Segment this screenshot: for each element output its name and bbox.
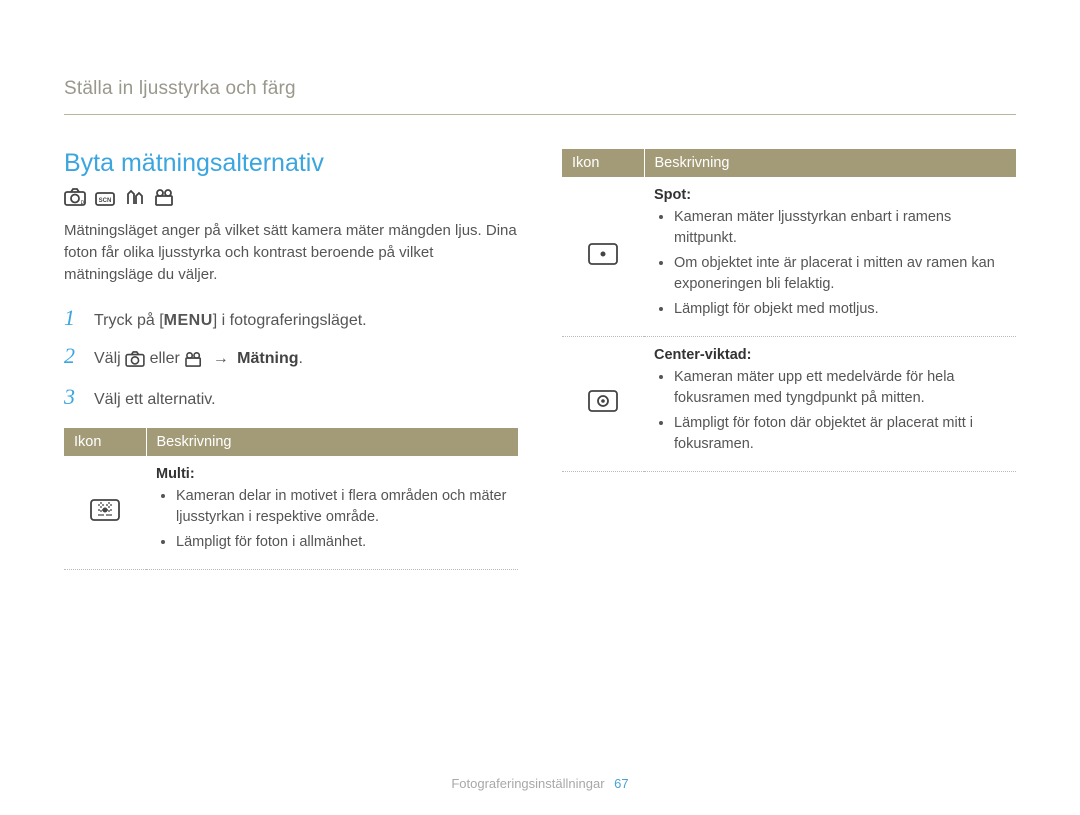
step-2-suffix: . (299, 350, 303, 367)
manual-page: Ställa in ljusstyrka och färg Byta mätni… (0, 0, 1080, 815)
metering-table-left: Ikon Beskrivning (64, 428, 518, 570)
step-1: Tryck på [MENU] i fotograferingsläget. (64, 305, 518, 331)
left-column: Byta mätningsalternativ P SCN (64, 149, 518, 570)
list-item: Lämpligt för objekt med motljus. (674, 299, 1006, 320)
th-desc-r: Beskrivning (644, 149, 1016, 177)
svg-text:P: P (81, 201, 85, 206)
step-2-mid: eller (150, 350, 185, 367)
footer-page-number: 67 (614, 776, 628, 791)
mode-icons-row: P SCN (64, 188, 518, 206)
svg-text:SCN: SCN (99, 198, 112, 204)
camera-small-icon (125, 351, 145, 372)
metering-table-right: Ikon Beskrivning (562, 149, 1016, 472)
list-item: Om objektet inte är placerat i mitten av… (674, 253, 1006, 295)
camera-p-icon: P (64, 188, 86, 206)
step-1-suffix: ] i fotograferingsläget. (213, 312, 367, 329)
intro-text: Mätningsläget anger på vilket sätt kamer… (64, 220, 518, 285)
footer-section: Fotograferingsinställningar (451, 776, 604, 791)
scn-icon: SCN (94, 188, 116, 206)
steps-list: Tryck på [MENU] i fotograferingsläget. V… (64, 305, 518, 410)
multi-title: Multi: (156, 466, 508, 482)
step-2-prefix: Välj (94, 350, 125, 367)
video-mode-icon (154, 188, 176, 206)
list-item: Lämpligt för foton i allmänhet. (176, 532, 508, 553)
list-item: Lämpligt för foton där objektet är place… (674, 413, 1006, 455)
metering-multi-icon (90, 509, 120, 525)
list-item: Kameran mäter upp ett medelvärde för hel… (674, 367, 1006, 409)
page-title: Byta mätningsalternativ (64, 149, 518, 178)
multi-points: Kameran delar in motivet i flera områden… (176, 486, 508, 553)
content-columns: Byta mätningsalternativ P SCN (64, 149, 1016, 570)
list-item: Kameran delar in motivet i flera områden… (176, 486, 508, 528)
spot-points: Kameran mäter ljusstyrkan enbart i ramen… (674, 207, 1006, 320)
right-column: Ikon Beskrivning (562, 149, 1016, 472)
step-1-prefix: Tryck på [ (94, 312, 164, 329)
th-icon: Ikon (64, 428, 146, 456)
dual-mode-icon (124, 188, 146, 206)
th-desc: Beskrivning (146, 428, 518, 456)
center-title: Center-viktad: (654, 347, 1006, 363)
page-footer: Fotograferingsinställningar 67 (0, 776, 1080, 791)
list-item: Kameran mäter ljusstyrkan enbart i ramen… (674, 207, 1006, 249)
breadcrumb: Ställa in ljusstyrka och färg (64, 78, 1016, 115)
menu-label: MENU (164, 312, 213, 329)
metering-center-icon (588, 400, 618, 416)
center-points: Kameran mäter upp ett medelvärde för hel… (674, 367, 1006, 455)
step-2-label: Mätning (237, 350, 298, 367)
row-multi: Multi: Kameran delar in motivet i flera … (64, 456, 518, 570)
video-small-icon (184, 351, 204, 372)
step-3: Välj ett alternativ. (64, 384, 518, 410)
spot-title: Spot: (654, 187, 1006, 203)
step-3-text: Välj ett alternativ. (94, 391, 216, 409)
arrow-right-icon: → (209, 350, 233, 367)
step-2: Välj eller (64, 343, 518, 372)
row-center: Center-viktad: Kameran mäter upp ett med… (562, 337, 1016, 472)
th-icon-r: Ikon (562, 149, 644, 177)
metering-spot-icon (588, 253, 618, 269)
row-spot: Spot: Kameran mäter ljusstyrkan enbart i… (562, 177, 1016, 337)
